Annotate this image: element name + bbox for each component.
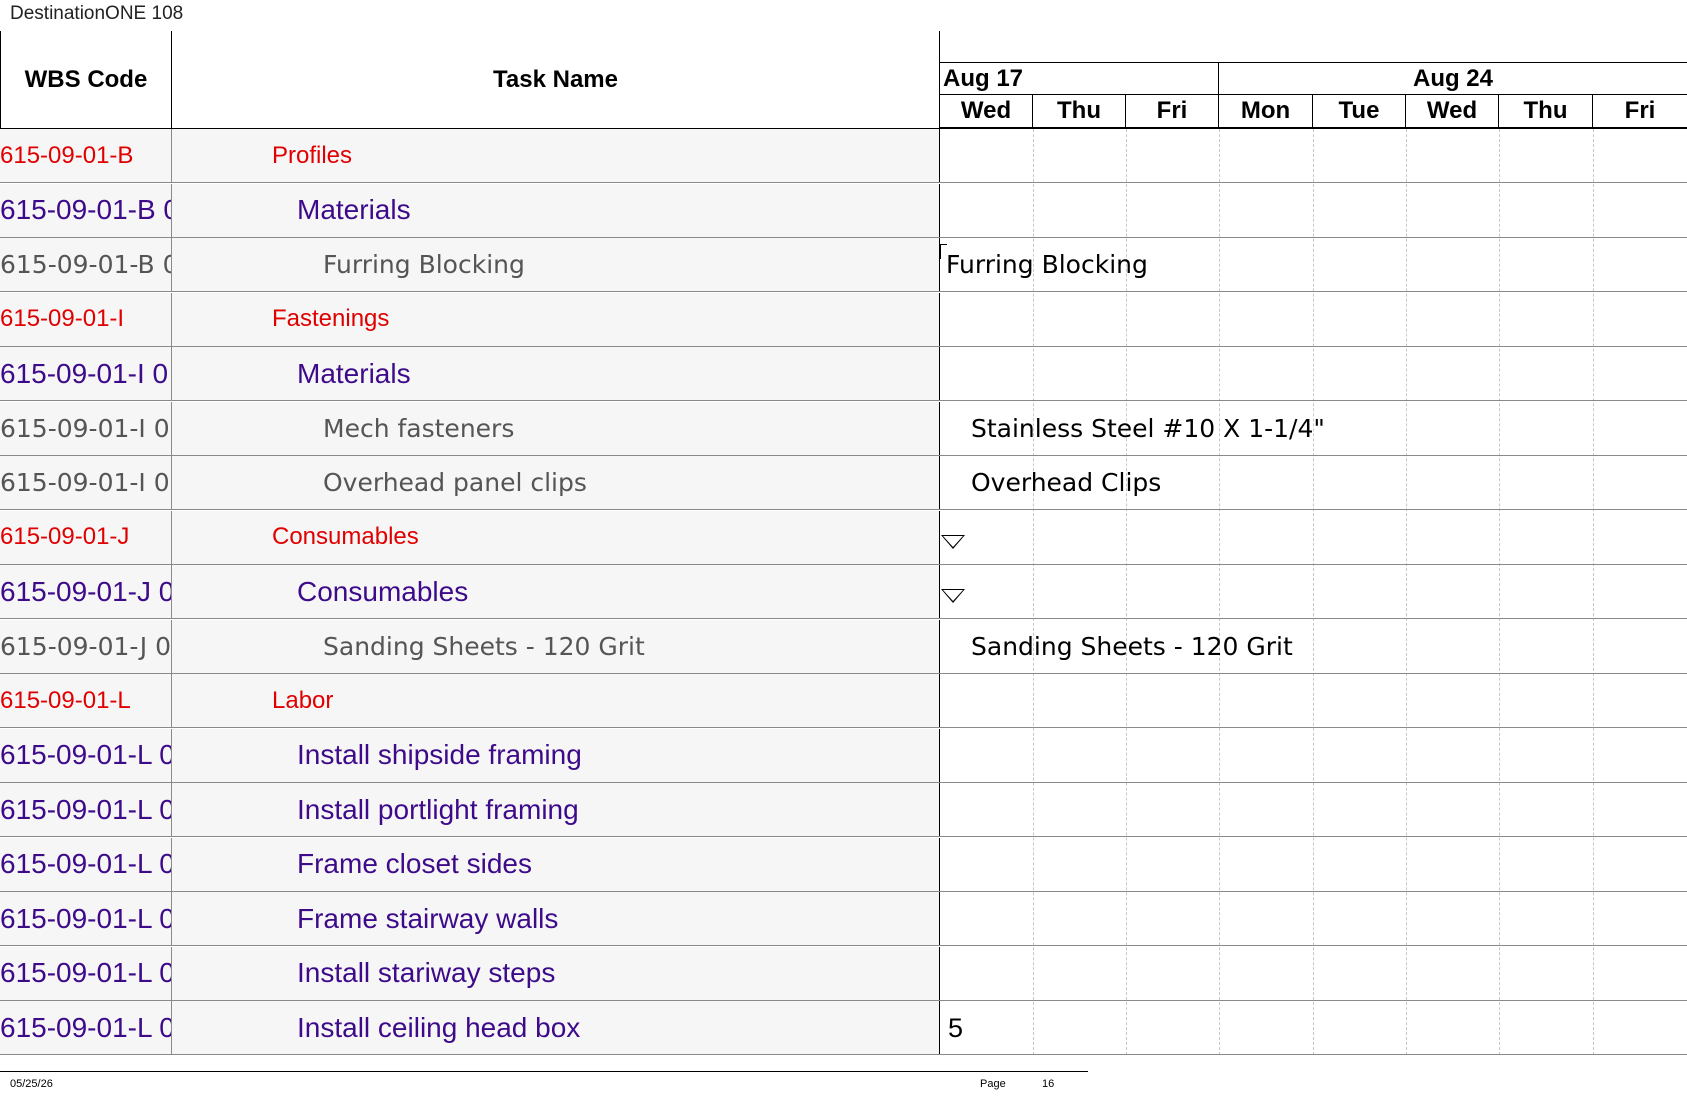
timeline-week-aug-17: Aug 17 bbox=[940, 63, 1219, 95]
table-row[interactable]: 615-09-01-L 0 Install ceiling head box 5 bbox=[0, 1001, 1687, 1055]
gantt-cell bbox=[940, 674, 1687, 727]
task-name-cell[interactable]: Install ceiling head box bbox=[172, 1001, 940, 1054]
summary-triangle-icon bbox=[941, 589, 965, 603]
table-row[interactable]: 615-09-01-B 0 Materials bbox=[0, 183, 1687, 238]
wbs-code-cell[interactable]: 615-09-01-B bbox=[0, 129, 172, 182]
wbs-code-cell[interactable]: 615-09-01-I 0 bbox=[0, 347, 172, 400]
table-row[interactable]: 615-09-01-I 0 Materials bbox=[0, 347, 1687, 401]
footer-page-label: Page bbox=[980, 1078, 1006, 1090]
wbs-code-cell[interactable]: 615-09-01-L 0 bbox=[0, 946, 172, 1000]
gantt-cell: Sanding Sheets - 120 Grit bbox=[940, 620, 1687, 673]
timeline-day-6: Thu bbox=[1499, 95, 1593, 129]
table-row[interactable]: 615-09-01-L 0 Frame stairway walls bbox=[0, 892, 1687, 946]
timeline-day-0: Wed bbox=[940, 95, 1033, 129]
timeline-day-2: Fri bbox=[1126, 95, 1219, 129]
footer-date: 05/25/26 bbox=[10, 1078, 53, 1090]
wbs-code-cell[interactable]: 615-09-01-J bbox=[0, 510, 172, 564]
summary-triangle-icon bbox=[941, 534, 965, 549]
gantt-cell: Furring Blocking bbox=[940, 238, 1687, 291]
task-name-cell[interactable]: Consumables bbox=[172, 510, 940, 564]
task-name-cell[interactable]: Frame closet sides bbox=[172, 837, 940, 891]
app-title: DestinationONE 108 bbox=[10, 3, 184, 24]
wbs-code-cell[interactable]: 615-09-01-B 01 bbox=[0, 238, 172, 291]
wbs-code-cell[interactable]: 615-09-01-I bbox=[0, 292, 172, 346]
wbs-code-cell[interactable]: 615-09-01-J 0 bbox=[0, 565, 172, 618]
gantt-cell bbox=[940, 729, 1687, 782]
timeline-day-5: Wed bbox=[1406, 95, 1499, 129]
timeline-header-top bbox=[940, 31, 1687, 63]
table-row[interactable]: 615-09-01-J Consumables bbox=[0, 510, 1687, 565]
table-row[interactable]: 615-09-01-J 0 Consumables bbox=[0, 565, 1687, 619]
task-name-cell[interactable]: Install stariway steps bbox=[172, 946, 940, 1000]
wbs-code-cell[interactable]: 615-09-01-L 0 bbox=[0, 1001, 172, 1054]
table-row[interactable]: 615-09-01-I Fastenings bbox=[0, 292, 1687, 347]
footer-page-number: 16 bbox=[1042, 1078, 1055, 1090]
table-row[interactable]: 615-09-01-L 0 Install portlight framing bbox=[0, 783, 1687, 837]
task-name-cell[interactable]: Furring Blocking bbox=[172, 238, 940, 291]
wbs-code-cell[interactable]: 615-09-01-L bbox=[0, 674, 172, 727]
table-row[interactable]: 615-09-01-L 0 Install shipside framing bbox=[0, 728, 1687, 783]
wbs-code-cell[interactable]: 615-09-01-J 01 bbox=[0, 619, 172, 673]
wbs-code-cell[interactable]: 615-09-01-I 01 bbox=[0, 456, 172, 509]
task-name-cell[interactable]: Install portlight framing bbox=[172, 783, 940, 836]
gantt-bar-label: 5 bbox=[948, 1013, 964, 1043]
timeline-day-3: Mon bbox=[1219, 95, 1313, 129]
gantt-cell: Stainless Steel #10 X 1-1/4" bbox=[940, 402, 1687, 455]
wbs-code-cell[interactable]: 615-09-01-L 0 bbox=[0, 728, 172, 782]
column-header-task-name[interactable]: Task Name bbox=[172, 31, 940, 129]
gantt-bar-label: Overhead Clips bbox=[971, 468, 1162, 497]
wbs-code-cell[interactable]: 615-09-01-L 0 bbox=[0, 892, 172, 945]
table-row[interactable]: 615-09-01-I 01 Mech fasteners Stainless St… bbox=[0, 401, 1687, 456]
task-name-cell[interactable]: Sanding Sheets - 120 Grit bbox=[172, 619, 940, 673]
timeline-week-aug-24: Aug 24 bbox=[1219, 63, 1687, 95]
timeline-day-4: Tue bbox=[1313, 95, 1406, 129]
gantt-cell bbox=[940, 184, 1687, 237]
footer-divider bbox=[0, 1071, 1088, 1072]
task-name-cell[interactable]: Labor bbox=[172, 674, 940, 727]
wbs-code-cell[interactable]: 615-09-01-B 0 bbox=[0, 183, 172, 237]
table-row[interactable]: 615-09-01-L 0 Install stariway steps bbox=[0, 946, 1687, 1001]
gantt-cell bbox=[940, 565, 1687, 618]
wbs-code-cell[interactable]: 615-09-01-L 0 bbox=[0, 783, 172, 836]
gantt-bar-label: Furring Blocking bbox=[946, 250, 1148, 279]
table-row[interactable]: 615-09-01-I 01 Overhead panel clips Overhe… bbox=[0, 456, 1687, 510]
table-row[interactable]: 615-09-01-B Profiles bbox=[0, 129, 1687, 183]
wbs-code-cell[interactable]: 615-09-01-L 0 bbox=[0, 837, 172, 891]
gantt-cell bbox=[940, 129, 1687, 182]
task-name-cell[interactable]: Profiles bbox=[172, 129, 940, 182]
gantt-bar-label: Stainless Steel #10 X 1-1/4" bbox=[971, 413, 1325, 443]
gantt-cell bbox=[940, 511, 1687, 564]
gantt-cell bbox=[940, 347, 1687, 400]
table-row[interactable]: 615-09-01-L Labor bbox=[0, 674, 1687, 728]
task-name-cell[interactable]: Overhead panel clips bbox=[172, 456, 940, 509]
gantt-cell bbox=[940, 947, 1687, 1000]
task-name-cell[interactable]: Consumables bbox=[172, 565, 940, 618]
task-name-cell[interactable]: Materials bbox=[172, 183, 940, 237]
timeline-day-7: Fri bbox=[1593, 95, 1687, 129]
task-name-cell[interactable]: Materials bbox=[172, 347, 940, 400]
gantt-cell: 5 bbox=[940, 1001, 1687, 1054]
timeline-day-1: Thu bbox=[1033, 95, 1126, 129]
gantt-bar-label: Sanding Sheets - 120 Grit bbox=[971, 631, 1293, 661]
table-row[interactable]: 615-09-01-J 01 Sanding Sheets - 120 Grit S… bbox=[0, 619, 1687, 674]
task-name-cell[interactable]: Install shipside framing bbox=[172, 728, 940, 782]
gantt-cell: Overhead Clips bbox=[940, 456, 1687, 509]
column-header-wbs-code[interactable]: WBS Code bbox=[0, 31, 172, 129]
gantt-cell bbox=[940, 783, 1687, 836]
task-name-cell[interactable]: Mech fasteners bbox=[172, 401, 940, 455]
wbs-code-cell[interactable]: 615-09-01-I 01 bbox=[0, 401, 172, 455]
gantt-cell bbox=[940, 293, 1687, 346]
table-row[interactable]: 615-09-01-L 0 Frame closet sides bbox=[0, 837, 1687, 892]
gantt-cell bbox=[940, 892, 1687, 945]
task-name-cell[interactable]: Frame stairway walls bbox=[172, 892, 940, 945]
task-name-cell[interactable]: Fastenings bbox=[172, 292, 940, 346]
gantt-cell bbox=[940, 838, 1687, 891]
table-row[interactable]: 615-09-01-B 01Furring BlockingFurring Bl… bbox=[0, 238, 1687, 292]
